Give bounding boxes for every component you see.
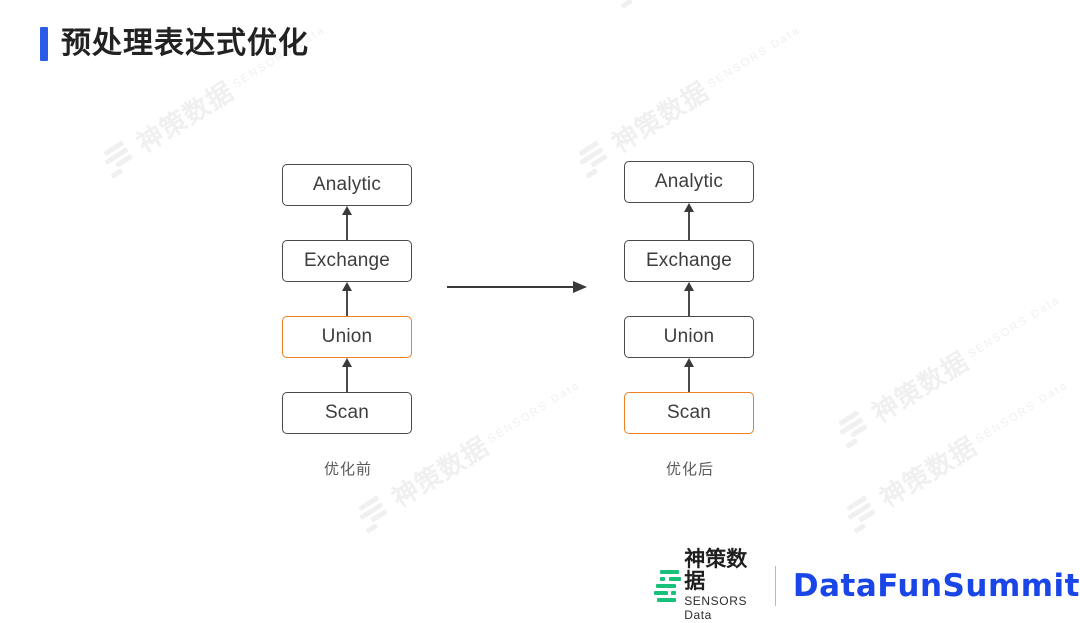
flow-caption-after: 优化后 bbox=[665, 461, 714, 478]
flow-node-union[interactable]: Union bbox=[282, 316, 412, 358]
sensors-logo-cn: 神策数据 bbox=[684, 548, 748, 594]
footer-branding: 神策数据 SENSORS Data DataFunSummit bbox=[652, 548, 1080, 623]
flow-node-scan[interactable]: Scan bbox=[282, 392, 412, 434]
flow-caption-before: 优化前 bbox=[323, 461, 372, 478]
sensors-data-logo: 神策数据 SENSORS Data bbox=[652, 548, 759, 623]
sensors-logo-icon bbox=[652, 567, 681, 605]
flow-connector-scan-to-union bbox=[684, 203, 694, 240]
flow-node-analytic[interactable]: Analytic bbox=[282, 164, 412, 206]
title-accent-bar bbox=[40, 27, 48, 61]
transform-arrow-icon bbox=[447, 281, 587, 293]
flow-node-exchange[interactable]: Exchange bbox=[282, 240, 412, 282]
datafunsummit-logo: DataFunSummit bbox=[792, 567, 1080, 604]
comparison-diagram: Analytic Exchange Union Scan 优化前 Analyti… bbox=[0, 0, 1080, 608]
footer-divider bbox=[774, 565, 776, 606]
page-header: 预处理表达式优化 bbox=[40, 27, 309, 61]
flow-node-scan[interactable]: Scan bbox=[624, 392, 754, 434]
flow-connector-union-to-exchange bbox=[684, 282, 694, 316]
flow-connector-exchange-to-analytic bbox=[342, 358, 352, 392]
flow-node-union[interactable]: Union bbox=[624, 316, 754, 358]
flow-connector-exchange-to-analytic bbox=[684, 358, 694, 392]
flow-connector-scan-to-union bbox=[342, 206, 352, 240]
flow-connector-union-to-exchange bbox=[342, 282, 352, 316]
flow-node-analytic[interactable]: Analytic bbox=[624, 161, 754, 203]
sensors-logo-en: SENSORS Data bbox=[684, 594, 748, 623]
page-title: 预处理表达式优化 bbox=[61, 27, 309, 60]
flow-node-exchange[interactable]: Exchange bbox=[624, 240, 754, 282]
